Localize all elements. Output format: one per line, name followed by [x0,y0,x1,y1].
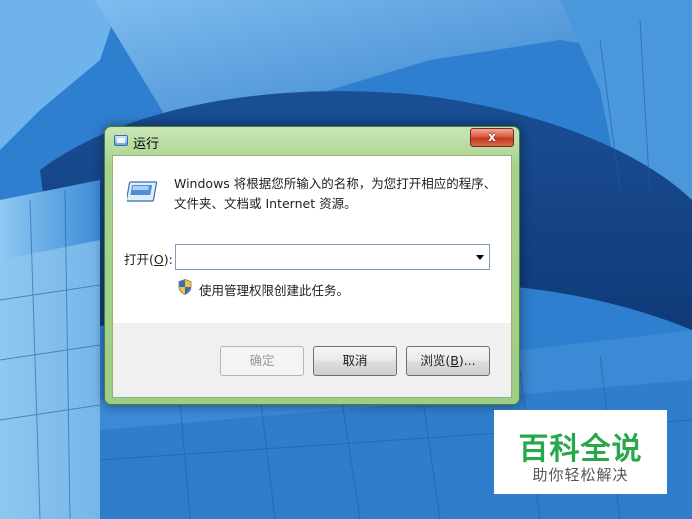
run-icon [127,181,158,202]
shield-icon [178,279,192,295]
browse-button[interactable]: 浏览(B)... [406,346,490,376]
watermark-title: 百科全说 [518,432,643,467]
description-line: Windows 将根据您所输入的名称，为您打开相应的程序、 [174,176,497,191]
window-title: 运行 [133,137,160,152]
title-bar[interactable]: 运行 x [105,127,519,155]
open-input[interactable] [180,248,469,268]
watermark-logo: 百科全说 助你轻松解决 [494,410,667,494]
dialog-description: Windows 将根据您所输入的名称，为您打开相应的程序、 文件夹、文档或 In… [174,174,504,214]
dropdown-arrow-icon[interactable] [476,255,484,260]
dialog-body: Windows 将根据您所输入的名称，为您打开相应的程序、 文件夹、文档或 In… [112,155,512,398]
run-icon [114,135,128,146]
close-icon: x [488,130,496,144]
description-line: 文件夹、文档或 Internet 资源。 [174,196,357,211]
cancel-button[interactable]: 取消 [313,346,397,376]
ok-button[interactable]: 确定 [220,346,304,376]
admin-note: 使用管理权限创建此任务。 [199,283,350,298]
open-label: 打开(O): [124,252,173,267]
watermark-subtitle: 助你轻松解决 [532,466,629,484]
close-button[interactable]: x [470,128,514,147]
open-combobox[interactable] [175,244,490,270]
run-dialog: 运行 x Windows 将根据您所输入的名称，为您打开相应的程序、 文件夹、文… [104,126,520,405]
